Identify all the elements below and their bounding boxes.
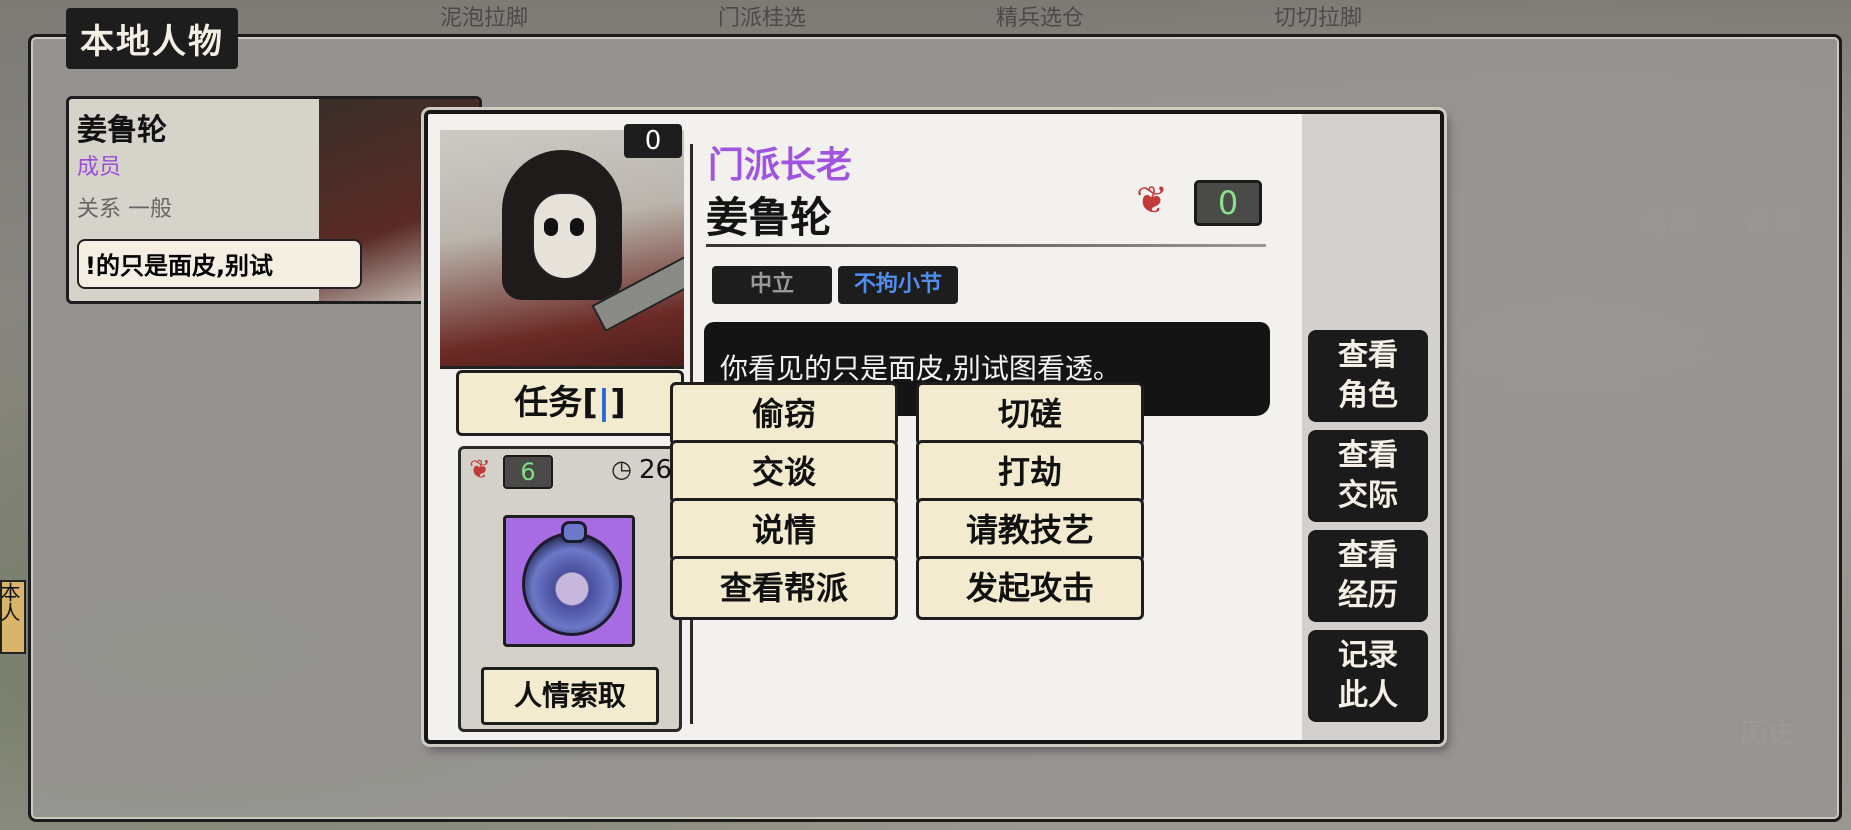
task-label: 任务[ [514, 383, 598, 423]
character-portrait [440, 130, 684, 369]
character-name: 姜鲁轮 [706, 193, 833, 242]
npc-card-quote: !的只是面皮,别试 [77, 239, 362, 289]
rob-button[interactable]: 打劫 [916, 440, 1144, 504]
record-person-line1: 记录 [1338, 638, 1398, 673]
spar-button[interactable]: 切磋 [916, 382, 1144, 446]
reward-item-slot[interactable] [503, 515, 635, 647]
view-character-line2: 角色 [1338, 378, 1398, 413]
favor-heart-icon: ❦ [1136, 178, 1168, 222]
view-character-line1: 查看 [1338, 338, 1398, 373]
demand-favor-button[interactable]: 人情索取 [481, 667, 659, 725]
character-dialog: 0 任务[|] ❦ 6 ◷ 26 人情索取 门派长老 姜鲁轮 ❦ 0 中立 不拘… [424, 110, 1444, 744]
task-mark: | [597, 383, 611, 423]
top-tab-2[interactable]: 精兵选仓 [996, 0, 1084, 32]
task-button[interactable]: 任务[|] [456, 370, 684, 436]
top-tab-0[interactable]: 泥泡拉脚 [440, 0, 528, 32]
record-person-button[interactable]: 记录 此人 [1308, 630, 1428, 722]
view-sect-button[interactable]: 查看帮派 [670, 556, 898, 620]
portrait-eye-left [544, 218, 558, 236]
panel-title: 本地人物 [66, 8, 238, 69]
heart-hand-icon: ❦ [469, 455, 491, 485]
learn-skill-button[interactable]: 请教技艺 [916, 498, 1144, 562]
talk-button[interactable]: 交谈 [670, 440, 898, 504]
view-social-button[interactable]: 查看 交际 [1308, 430, 1428, 522]
name-underline [706, 244, 1266, 247]
npc-list-card[interactable]: 姜鲁轮 成员 关系 一般 !的只是面皮,别试 [66, 96, 482, 304]
top-tab-3[interactable]: 切切拉脚 [1274, 0, 1362, 32]
view-character-button[interactable]: 查看 角色 [1308, 330, 1428, 422]
top-tab-1[interactable]: 门派桂选 [718, 0, 806, 32]
sect-rank: 门派长老 [708, 145, 853, 186]
npc-card-rank: 成员 [77, 155, 122, 180]
plead-button[interactable]: 说情 [670, 498, 898, 562]
side-tab[interactable]: 本人 [0, 580, 26, 654]
favor-count: 6 [503, 455, 553, 489]
favor-panel: ❦ 6 ◷ 26 人情索取 [458, 446, 682, 732]
portrait-count-badge: 0 [624, 124, 682, 158]
view-history-line1: 查看 [1338, 538, 1398, 573]
view-history-line2: 经历 [1338, 578, 1398, 613]
npc-card-name: 姜鲁轮 [77, 113, 167, 148]
portrait-mask [532, 192, 598, 280]
timer-icon: ◷ [611, 455, 632, 483]
top-tabs: 泥泡拉脚 门派桂选 精兵选仓 切切拉脚 [440, 0, 1362, 32]
attack-button[interactable]: 发起攻击 [916, 556, 1144, 620]
view-social-line1: 查看 [1338, 438, 1398, 473]
portrait-eye-right [570, 218, 584, 236]
jade-pendant-icon [522, 521, 622, 636]
steal-button[interactable]: 偷窃 [670, 382, 898, 446]
view-social-line2: 交际 [1338, 478, 1398, 513]
npc-card-relation: 关系 一般 [77, 197, 172, 222]
view-history-button[interactable]: 查看 经历 [1308, 530, 1428, 622]
alignment-tag: 中立 [712, 266, 832, 304]
favor-score: 0 [1194, 180, 1262, 226]
record-person-line2: 此人 [1338, 678, 1398, 713]
trait-tag[interactable]: 不拘小节 [838, 266, 958, 304]
task-close: ] [610, 383, 626, 423]
timer-count: 26 [639, 455, 673, 485]
